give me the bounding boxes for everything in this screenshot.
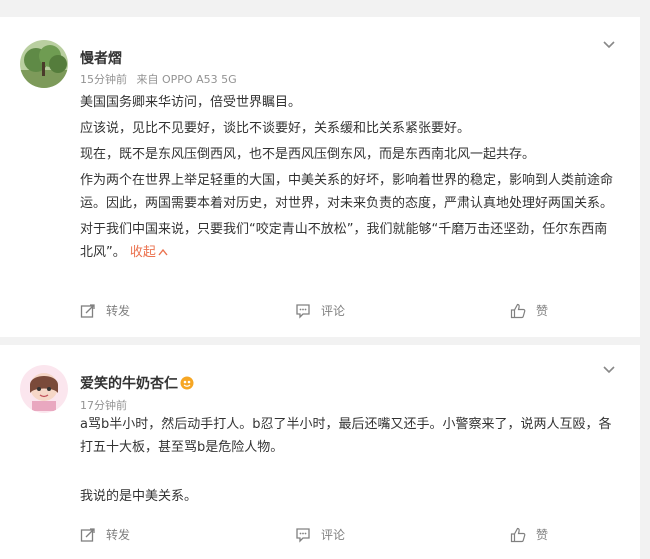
comment-text: 美国国务卿来华访问，倍受世界瞩目。 应该说，见比不见要好，谈比不谈要好，关系缓和… xyxy=(80,91,616,267)
comment-label: 评论 xyxy=(321,304,346,318)
comment-paragraph: 美国国务卿来华访问，倍受世界瞩目。 xyxy=(80,95,302,110)
comment-paragraph: 我说的是中美关系。 xyxy=(80,489,198,504)
comment-card: 爱笑的牛奶杏仁 17分钟前 a骂b半小时，然后动手打人。b忍了半小时，最后还嘴又… xyxy=(0,345,640,559)
device-source: 来自 OPPO A53 5G xyxy=(136,73,237,86)
repost-button[interactable]: 转发 xyxy=(80,526,130,543)
comment-paragraph: a骂b半小时，然后动手打人。b忍了半小时，最后还嘴又还手。小警察来了，说两人互殴… xyxy=(80,417,612,455)
comment-paragraph: 应该说，见比不见要好，谈比不谈要好，关系缓和比关系紧张要好。 xyxy=(80,121,471,136)
action-bar: 转发 评论 赞 xyxy=(0,526,640,546)
like-label: 赞 xyxy=(536,304,549,318)
comment-meta: 15分钟前 来自 OPPO A53 5G xyxy=(80,71,243,87)
comment-text: a骂b半小时，然后动手打人。b忍了半小时，最后还嘴又还手。小警察来了，说两人互殴… xyxy=(80,413,616,511)
like-button[interactable]: 赞 xyxy=(510,526,548,543)
repost-icon xyxy=(80,303,95,318)
comment-card: 慢者熠 15分钟前 来自 OPPO A53 5G 美国国务卿来华访问，倍受世界瞩… xyxy=(0,17,640,337)
comment-paragraph-blank xyxy=(80,462,616,482)
repost-button[interactable]: 转发 xyxy=(80,302,130,319)
comment-button[interactable]: 评论 xyxy=(295,526,345,543)
comment-paragraph: 现在，既不是东风压倒西风，也不是西风压倒东风，而是东西南北风一起共存。 xyxy=(80,147,536,162)
action-bar: 转发 评论 赞 xyxy=(0,302,640,322)
like-icon xyxy=(510,527,526,542)
comment-icon xyxy=(296,527,310,543)
username[interactable]: 爱笑的牛奶杏仁 xyxy=(80,373,194,393)
comment-paragraph: 作为两个在世界上举足轻重的大国，中美关系的好坏，影响着世界的稳定，影响到人类前途… xyxy=(80,173,614,211)
chevron-up-icon xyxy=(158,248,168,256)
comment-meta: 17分钟前 xyxy=(80,397,133,413)
chevron-down-icon[interactable] xyxy=(602,361,616,375)
like-label: 赞 xyxy=(536,528,549,542)
repost-icon xyxy=(80,527,95,542)
like-icon xyxy=(510,303,526,318)
username[interactable]: 慢者熠 xyxy=(80,48,122,68)
chevron-down-icon[interactable] xyxy=(602,36,616,50)
comment-button[interactable]: 评论 xyxy=(295,302,345,319)
collapse-label: 收起 xyxy=(129,245,156,260)
collapse-link[interactable]: 收起 xyxy=(130,245,168,260)
avatar[interactable] xyxy=(20,365,68,413)
like-button[interactable]: 赞 xyxy=(510,302,548,319)
comment-label: 评论 xyxy=(321,528,346,542)
username-text: 爱笑的牛奶杏仁 xyxy=(80,376,178,392)
repost-label: 转发 xyxy=(106,304,131,318)
comment-paragraph-last: 对于我们中国来说，只要我们“咬定青山不放松”，我们就能够“千磨万击还坚劲，任尔东… xyxy=(80,218,616,264)
fan-badge-icon xyxy=(180,376,194,390)
repost-label: 转发 xyxy=(106,528,131,542)
timestamp: 17分钟前 xyxy=(80,399,127,412)
timestamp: 15分钟前 xyxy=(80,73,127,86)
comment-icon xyxy=(296,303,310,319)
avatar[interactable] xyxy=(20,40,68,88)
